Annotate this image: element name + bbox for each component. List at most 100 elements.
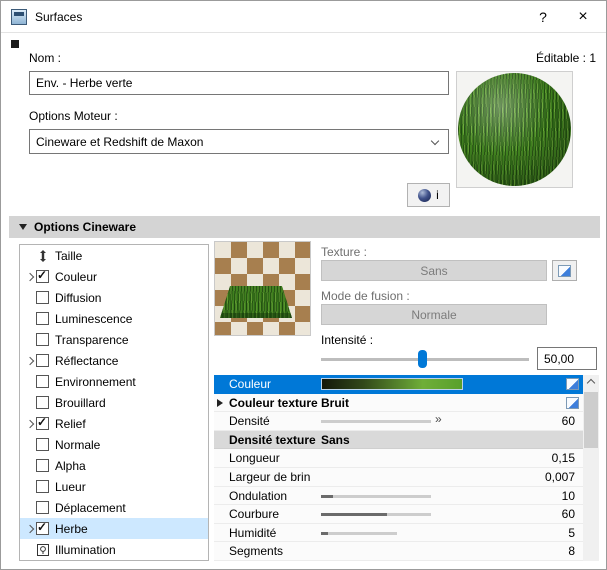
name-label: Nom :	[29, 51, 61, 65]
channel-list: Taille Couleur Diffusion Luminescence Tr…	[19, 244, 209, 561]
help-button[interactable]: ?	[526, 1, 560, 33]
chevron-down-icon	[431, 137, 439, 145]
courbure-slider[interactable]	[321, 513, 431, 516]
texture-button[interactable]: Sans	[321, 260, 547, 281]
property-row-densite-texture[interactable]: Densité texture Sans	[214, 431, 583, 450]
channel-row-couleur[interactable]: Couleur	[20, 266, 208, 287]
illumination-icon	[36, 543, 50, 557]
slider-handle-icon[interactable]	[435, 412, 442, 426]
engine-label: Options Moteur :	[29, 109, 118, 123]
property-row-largeur-de-brin[interactable]: Largeur de brin 0,007	[214, 468, 583, 487]
checkbox[interactable]	[36, 375, 49, 388]
engine-select[interactable]: Cineware et Redshift de Maxon	[29, 129, 449, 154]
slider-thumb[interactable]	[418, 350, 427, 368]
channel-label: Normale	[55, 438, 100, 452]
humidite-slider[interactable]	[321, 532, 397, 535]
channel-label: Taille	[55, 249, 82, 263]
scroll-up-button[interactable]	[583, 375, 599, 391]
close-button[interactable]: ×	[566, 1, 600, 33]
channel-label: Luminescence	[55, 312, 132, 326]
checkbox[interactable]	[36, 354, 49, 367]
expand-icon[interactable]	[25, 356, 33, 364]
material-preview	[456, 71, 573, 188]
property-value: Bruit	[321, 396, 349, 410]
texture-icon[interactable]	[566, 397, 579, 409]
grass-channel-preview	[214, 241, 311, 336]
expand-icon[interactable]	[25, 272, 33, 280]
checkbox[interactable]	[36, 396, 49, 409]
surface-name-input[interactable]	[29, 71, 449, 95]
window-title: Surfaces	[35, 10, 82, 24]
checkbox[interactable]	[36, 459, 49, 472]
channel-label: Illumination	[55, 543, 116, 557]
channel-row-transparence[interactable]: Transparence	[20, 329, 208, 350]
channel-row-environnement[interactable]: Environnement	[20, 371, 208, 392]
property-row-ondulation[interactable]: Ondulation 10	[214, 487, 583, 506]
section-options-cineware[interactable]: Options Cineware	[9, 216, 600, 238]
title-bar: Surfaces ? ×	[1, 1, 606, 33]
checkbox[interactable]	[36, 312, 49, 325]
property-row-densite[interactable]: Densité 60	[214, 412, 583, 431]
property-list-scrollbar[interactable]	[583, 375, 599, 561]
channel-label: Transparence	[55, 333, 129, 347]
intensity-value-field[interactable]: 50,00	[537, 347, 597, 370]
channel-row-herbe[interactable]: Herbe	[20, 518, 208, 539]
checkbox[interactable]	[36, 417, 49, 430]
collapse-triangle-icon	[19, 224, 27, 230]
property-row-segments[interactable]: Segments 8	[214, 542, 583, 561]
expand-icon[interactable]	[25, 419, 33, 427]
chevron-up-icon	[587, 379, 595, 387]
channel-row-taille[interactable]: Taille	[20, 245, 208, 266]
property-row-courbure[interactable]: Courbure 60	[214, 505, 583, 524]
property-value: 0,15	[552, 451, 575, 465]
dialog-icon	[11, 9, 27, 25]
checkbox[interactable]	[36, 522, 49, 535]
checkbox[interactable]	[36, 291, 49, 304]
color-gradient-bar[interactable]	[321, 378, 463, 390]
channel-label: Diffusion	[55, 291, 101, 305]
property-row-humidite[interactable]: Humidité 5	[214, 524, 583, 543]
texture-picker-button[interactable]	[552, 260, 577, 281]
channel-label: Brouillard	[55, 396, 106, 410]
property-row-couleur[interactable]: Couleur	[214, 375, 583, 394]
channel-label: Lueur	[55, 480, 86, 494]
fusion-mode-label: Mode de fusion :	[321, 289, 410, 303]
texture-icon[interactable]	[566, 378, 579, 390]
channel-row-normale[interactable]: Normale	[20, 434, 208, 455]
checkbox[interactable]	[36, 501, 49, 514]
channel-row-luminescence[interactable]: Luminescence	[20, 308, 208, 329]
checkbox[interactable]	[36, 333, 49, 346]
section-title: Options Cineware	[34, 220, 136, 234]
channel-row-diffusion[interactable]: Diffusion	[20, 287, 208, 308]
scrollbar-thumb[interactable]	[584, 392, 598, 448]
channel-row-brouillard[interactable]: Brouillard	[20, 392, 208, 413]
property-value: 0,007	[545, 470, 575, 484]
grass-property-list: Couleur Couleur texture Bruit Densité 60…	[214, 375, 583, 561]
property-value: 5	[568, 526, 575, 540]
channel-row-lueur[interactable]: Lueur	[20, 476, 208, 497]
size-icon	[36, 249, 50, 263]
intensity-label: Intensité :	[321, 333, 373, 347]
property-row-couleur-texture[interactable]: Couleur texture Bruit	[214, 394, 583, 413]
cineware-info-button[interactable]: i	[407, 183, 450, 207]
intensity-slider[interactable]	[321, 349, 529, 369]
channel-row-illumination[interactable]: Illumination	[20, 539, 208, 560]
ondulation-slider[interactable]	[321, 495, 431, 498]
checkbox[interactable]	[36, 270, 49, 283]
texture-label: Texture :	[321, 245, 367, 259]
channel-row-relief[interactable]: Relief	[20, 413, 208, 434]
checkbox[interactable]	[36, 438, 49, 451]
channel-row-reflectance[interactable]: Réflectance	[20, 350, 208, 371]
channel-row-alpha[interactable]: Alpha	[20, 455, 208, 476]
expand-icon[interactable]	[217, 399, 223, 407]
surfaces-dialog: Surfaces ? × Nom : Éditable : 1 Options …	[0, 0, 607, 570]
expand-icon[interactable]	[25, 524, 33, 532]
fusion-mode-button[interactable]: Normale	[321, 304, 547, 325]
channel-label: Herbe	[55, 522, 88, 536]
collapse-toggle-icon[interactable]	[11, 40, 19, 48]
densite-slider[interactable]	[321, 420, 431, 423]
channel-row-deplacement[interactable]: Déplacement	[20, 497, 208, 518]
property-row-longueur[interactable]: Longueur 0,15	[214, 449, 583, 468]
checkbox[interactable]	[36, 480, 49, 493]
channel-label: Réflectance	[55, 354, 118, 368]
